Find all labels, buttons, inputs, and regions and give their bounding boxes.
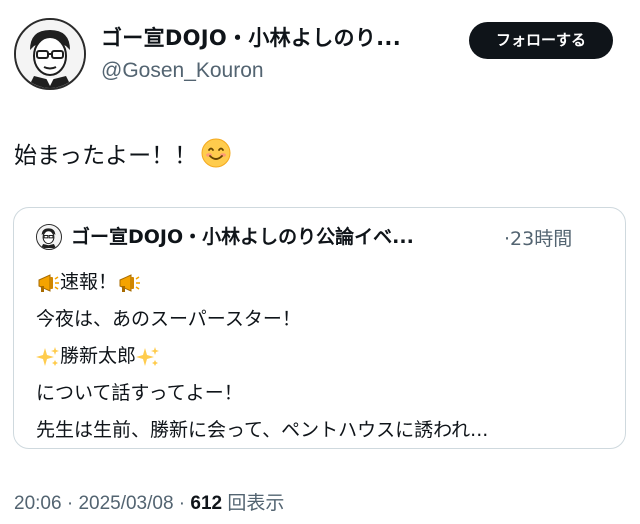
sparkles-icon (136, 346, 160, 366)
meta-separator: · (173, 493, 191, 514)
author-handle[interactable]: @Gosen_Kouron (101, 59, 264, 83)
cartoon-portrait-avatar-icon (37, 225, 60, 248)
quote-line: 今夜は、あのスーパースター！ (36, 301, 488, 338)
quote-line: 先生は生前、勝新に会って、ペントハウスに誘われ... (36, 412, 488, 449)
quote-line-text: 今夜は、あのスーパースター！ (36, 308, 301, 330)
smiling-face-icon (201, 138, 231, 168)
views-label: 回表示 (222, 493, 285, 514)
avatar[interactable] (14, 18, 86, 90)
tweet-text: 始まったよー！！ (14, 136, 231, 170)
author-display-name[interactable]: ゴー宣DOJO・小林よしのり... (101, 22, 451, 52)
quote-line: 勝新太郎 (36, 338, 488, 375)
tweet-meta: 20:06 · 2025/03/08 · 612 回表示 (14, 488, 284, 515)
views-count[interactable]: 612 (190, 493, 222, 514)
quote-line: 速報！ (36, 264, 488, 301)
quote-line-text: 先生は生前、勝新に会って、ペントハウスに誘われ... (36, 419, 489, 441)
megaphone-icon (38, 273, 59, 292)
megaphone-icon (119, 273, 141, 292)
quote-line-text: について話すってよー！ (36, 382, 243, 404)
sparkles-icon (36, 346, 59, 366)
quote-line: について話すってよー！ (36, 375, 488, 412)
quote-avatar (36, 224, 62, 250)
quote-line-text: 速報！ (60, 271, 118, 293)
quote-display-name: ゴー宣DOJO・小林よしのり公論イベ... (71, 226, 414, 248)
cartoon-portrait-avatar-icon (16, 20, 84, 88)
quote-text: 速報！ 今夜は、あのスーパースター！ 勝新太郎 について話すってよー！ 先生は生… (36, 264, 488, 449)
quote-tweet-card[interactable]: ゴー宣DOJO・小林よしのり公論イベ... ·23時間 速報！ 今夜は、あのスー… (13, 207, 626, 449)
tweet-date[interactable]: 2025/03/08 (78, 493, 173, 514)
quote-line-text: 勝新太郎 (60, 345, 137, 367)
meta-separator: · (61, 493, 79, 514)
follow-button[interactable]: フォローする (469, 22, 613, 59)
tweet-time[interactable]: 20:06 (14, 493, 62, 514)
quote-timestamp[interactable]: ·23時間 (504, 224, 572, 251)
tweet-text-content: 始まったよー！！ (14, 143, 198, 169)
